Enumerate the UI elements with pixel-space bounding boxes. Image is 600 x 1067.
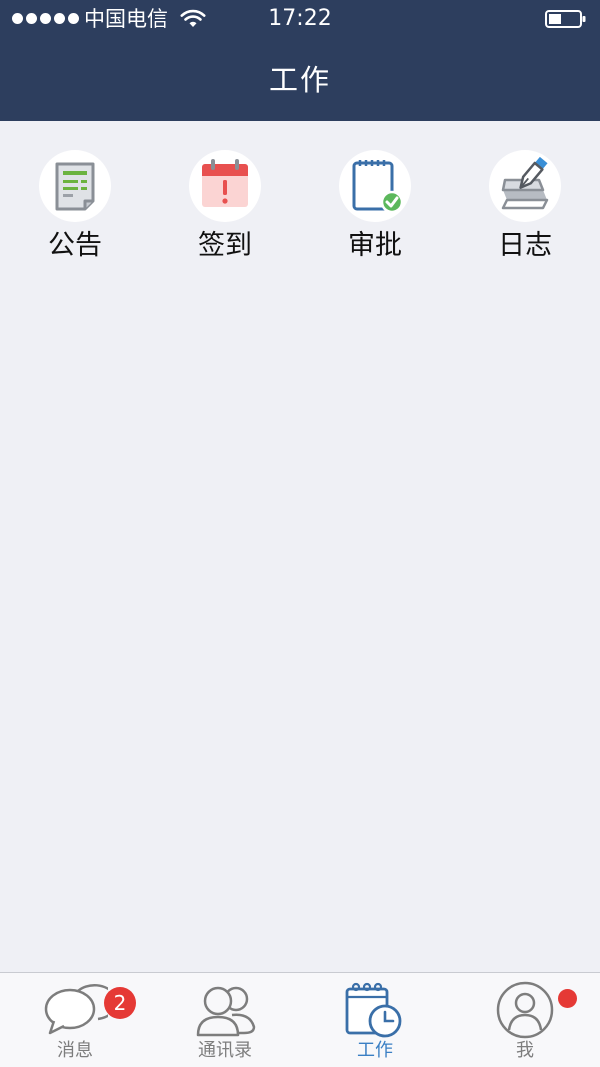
chat-bubbles-icon	[42, 981, 118, 1043]
app-log[interactable]: 日志	[465, 150, 585, 270]
profile-icon	[492, 981, 558, 1043]
tab-bar: 2 消息 通讯录 工作 我	[0, 972, 600, 1067]
tab-contacts[interactable]: 通讯录	[150, 973, 300, 1067]
tab-label-contacts: 通讯录	[198, 1040, 252, 1061]
approval-notebook-icon	[339, 150, 411, 222]
tab-label-me: 我	[516, 1040, 534, 1061]
app-label-log: 日志	[498, 230, 552, 261]
app-grid: 公告 签到 审批 日志	[0, 150, 600, 280]
app-screen: 中国电信 17:22 工作 公告 签到 审批 日志 2 消息 通讯录 工作 我	[0, 0, 600, 1067]
app-checkin[interactable]: 签到	[165, 150, 285, 270]
work-calendar-clock-icon	[342, 981, 408, 1043]
app-announcement[interactable]: 公告	[15, 150, 135, 270]
app-label-checkin: 签到	[198, 230, 252, 261]
page-title: 工作	[268, 63, 331, 97]
battery-icon	[545, 10, 586, 28]
app-approval[interactable]: 审批	[315, 150, 435, 270]
status-time: 17:22	[268, 6, 332, 31]
contacts-icon	[192, 981, 258, 1043]
header: 中国电信 17:22 工作	[0, 0, 600, 121]
app-label-approval: 审批	[348, 230, 402, 261]
tab-messages[interactable]: 2 消息	[0, 973, 150, 1067]
tab-me[interactable]: 我	[450, 973, 600, 1067]
announcement-icon	[39, 150, 111, 222]
tab-work[interactable]: 工作	[300, 973, 450, 1067]
tab-label-work: 工作	[357, 1040, 393, 1061]
message-count-badge: 2	[104, 987, 136, 1019]
pen-log-icon	[489, 150, 561, 222]
tab-label-messages: 消息	[57, 1040, 93, 1061]
status-bar: 中国电信 17:22	[0, 0, 600, 40]
calendar-checkin-icon	[189, 150, 261, 222]
app-label-announcement: 公告	[48, 230, 102, 261]
notification-dot	[558, 989, 577, 1008]
